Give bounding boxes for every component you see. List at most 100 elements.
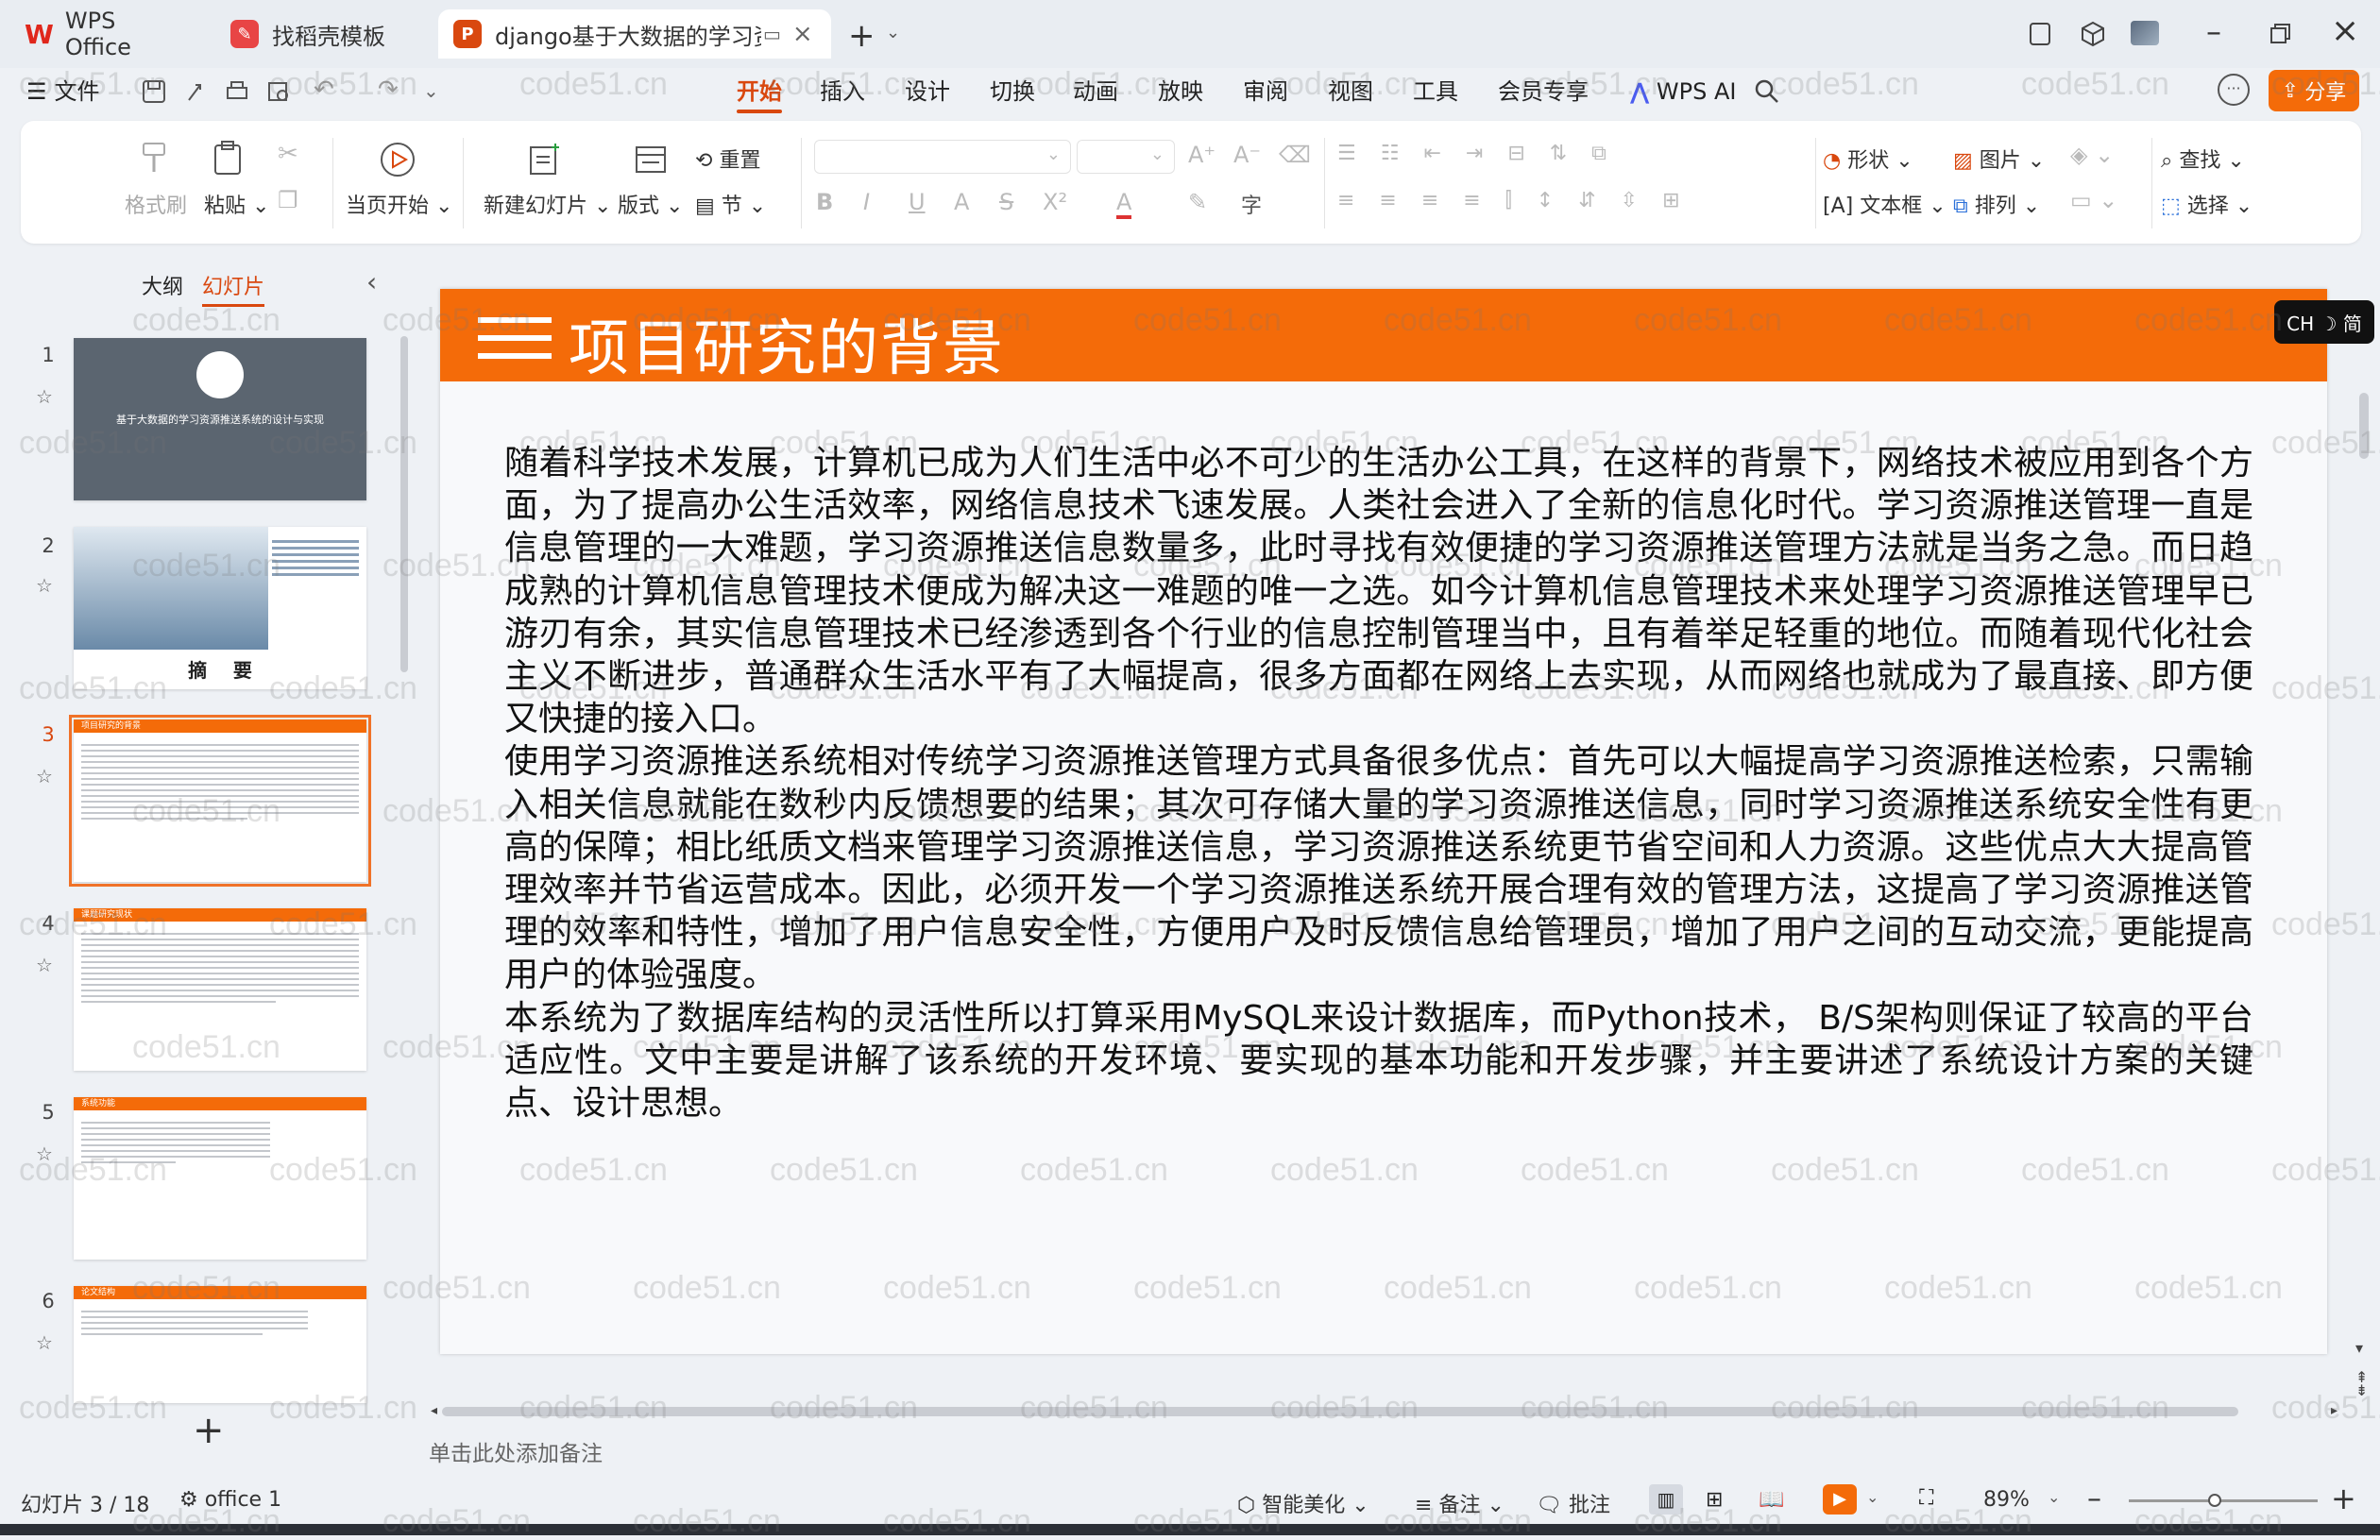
thumbnail-scrollbar[interactable]: [400, 336, 408, 672]
italic-icon[interactable]: I: [863, 189, 870, 215]
minimize-icon[interactable]: –: [2206, 13, 2221, 49]
slide-thumbnail-2[interactable]: 摘 要: [74, 527, 366, 689]
export-icon[interactable]: [181, 77, 210, 106]
menu-wps-ai[interactable]: ⋀ WPS AI: [1630, 76, 1736, 108]
slide-horizontal-scrollbar[interactable]: [442, 1407, 2238, 1416]
menu-membership[interactable]: 会员专享: [1498, 76, 1589, 108]
slide-thumbnail-6[interactable]: 论文结构: [74, 1286, 366, 1403]
font-size-select[interactable]: ⌄: [1077, 140, 1175, 174]
bold-icon[interactable]: B: [816, 189, 833, 215]
zoom-slider-thumb[interactable]: [2208, 1494, 2221, 1507]
slide-body-textbox[interactable]: 随着科学技术发展，计算机已成为人们生活中必不可少的生活办公工具，在这样的背景下，…: [504, 442, 2253, 1125]
tab-slides[interactable]: 幻灯片: [202, 270, 265, 307]
star-icon[interactable]: ☆: [36, 385, 57, 408]
collapse-panel-icon[interactable]: ‹: [366, 266, 377, 297]
avatar[interactable]: [2131, 21, 2159, 45]
menu-home[interactable]: 开始: [737, 76, 782, 113]
highlight-icon[interactable]: ✎: [1188, 189, 1207, 215]
menu-view[interactable]: 视图: [1328, 76, 1373, 108]
layout-button[interactable]: 版式 ⌄: [618, 189, 683, 219]
reading-view-icon[interactable]: 📖: [1759, 1488, 1784, 1512]
ime-indicator[interactable]: CH ☽ 简: [2274, 300, 2374, 344]
smart-beautify-button[interactable]: ⬡ 智能美化 ⌄: [1237, 1488, 1369, 1518]
menu-review[interactable]: 审阅: [1243, 76, 1288, 108]
alignment-icons[interactable]: ≡≡≡≡⫿↕⇵⇳⊞: [1337, 189, 1705, 212]
menu-animation[interactable]: 动画: [1073, 76, 1118, 108]
phonetic-guide-icon[interactable]: 字: [1241, 189, 1262, 219]
zoom-in-icon[interactable]: +: [2331, 1481, 2356, 1516]
scroll-left-icon[interactable]: ◂: [431, 1403, 437, 1418]
scroll-right-icon[interactable]: ▸: [2331, 1403, 2338, 1418]
new-slide-button[interactable]: 新建幻灯片 ⌄: [484, 189, 611, 219]
print-preview-icon[interactable]: [264, 77, 293, 106]
strikethrough-icon[interactable]: S: [999, 189, 1013, 215]
format-painter-button[interactable]: 格式刷: [125, 189, 187, 219]
slide-vertical-scrollbar[interactable]: [2359, 393, 2369, 459]
underline-icon[interactable]: U: [909, 189, 926, 215]
theme-indicator[interactable]: ⚙ office 1: [179, 1488, 281, 1512]
tab-wps-office[interactable]: W WPS Office: [9, 8, 203, 60]
comments-button[interactable]: 🗨 批注: [1536, 1488, 1610, 1518]
chevron-down-icon[interactable]: ⌄: [2048, 1488, 2060, 1506]
menu-insert[interactable]: 插入: [820, 76, 865, 108]
shape-button[interactable]: ◔ 形状 ⌄: [1823, 144, 1913, 174]
slide-sorter-icon[interactable]: ⊞: [1706, 1488, 1723, 1512]
paste-button[interactable]: 粘贴 ⌄: [204, 189, 269, 219]
zoom-slider-track[interactable]: [2129, 1494, 2318, 1507]
font-color-icon[interactable]: A: [1116, 189, 1132, 219]
menu-tools[interactable]: 工具: [1413, 76, 1458, 108]
print-icon[interactable]: [223, 77, 251, 106]
superscript-icon[interactable]: X²: [1043, 189, 1067, 215]
menu-transition[interactable]: 切换: [990, 76, 1035, 108]
new-tab-icon[interactable]: +: [848, 17, 876, 55]
redo-icon[interactable]: ↷: [378, 76, 399, 104]
text-shadow-icon[interactable]: A: [954, 189, 969, 215]
list-and-indent-icons[interactable]: ☰☷⇤⇥⊟⇅⧉: [1337, 142, 1631, 165]
decrease-font-icon[interactable]: A⁻: [1233, 142, 1261, 168]
section-button[interactable]: ▤ 节 ⌄: [695, 189, 766, 219]
zoom-level[interactable]: 89%: [1983, 1488, 2030, 1512]
cloud-icon[interactable]: ···: [2218, 74, 2250, 106]
menu-slideshow[interactable]: 放映: [1158, 76, 1203, 108]
tab-docer-templates[interactable]: ✎ 找稻壳模板: [215, 9, 428, 59]
star-icon[interactable]: ☆: [36, 1142, 57, 1165]
close-tab-icon[interactable]: ×: [792, 20, 813, 48]
reset-button[interactable]: ⟲ 重置: [695, 144, 760, 174]
normal-view-icon[interactable]: ▥: [1649, 1484, 1683, 1515]
slide-thumbnail-1[interactable]: 基于大数据的学习资源推送系统的设计与实现: [74, 338, 366, 500]
slide-thumbnail-5[interactable]: 系统功能: [74, 1097, 366, 1260]
slideshow-play-icon[interactable]: ▶: [1823, 1484, 1857, 1515]
restore-icon[interactable]: [2265, 19, 2295, 49]
add-slide-icon[interactable]: +: [193, 1409, 225, 1452]
tab-list-chevron-icon[interactable]: ⌄: [886, 23, 900, 42]
fill-color-icon[interactable]: ◈ ⌄: [2070, 142, 2114, 168]
slide-canvas[interactable]: 项目研究的背景 随着科学技术发展，计算机已成为人们生活中必不可少的生活办公工具，…: [440, 289, 2327, 1354]
fit-window-icon[interactable]: ⛶: [1919, 1486, 1933, 1510]
window-layout-icon[interactable]: [2025, 19, 2055, 49]
star-icon[interactable]: ☆: [36, 1331, 57, 1354]
star-icon[interactable]: ☆: [36, 765, 57, 787]
chevron-down-icon[interactable]: ⌄: [1866, 1488, 1878, 1506]
increase-font-icon[interactable]: A⁺: [1188, 142, 1216, 168]
slide-title[interactable]: 项目研究的背景: [569, 300, 1005, 387]
menu-file[interactable]: ☰ 文件: [26, 76, 100, 108]
slide-thumbnail-4[interactable]: 课题研究现状: [74, 908, 366, 1071]
arrange-button[interactable]: ⧉ 排列 ⌄: [1953, 189, 2040, 219]
copy-icon[interactable]: ❐: [278, 187, 298, 213]
clear-format-icon[interactable]: ⌫: [1279, 142, 1311, 168]
star-icon[interactable]: ☆: [36, 954, 57, 976]
quick-access-chevron-icon[interactable]: ⌄: [423, 79, 439, 102]
font-family-select[interactable]: ⌄: [814, 140, 1071, 174]
outline-icon[interactable]: ▭ ⌄: [2070, 187, 2117, 213]
close-icon[interactable]: ×: [2331, 11, 2359, 50]
tab-active-document[interactable]: P django基于大数据的学习资源 ▭ ×: [438, 9, 831, 59]
scroll-down-icon[interactable]: ▾: [2355, 1339, 2363, 1357]
tab-outline[interactable]: 大纲: [142, 270, 183, 300]
cube-icon[interactable]: [2078, 19, 2108, 49]
picture-button[interactable]: ▨ 图片 ⌄: [1953, 144, 2045, 174]
cut-icon[interactable]: ✂: [278, 140, 298, 168]
notes-input[interactable]: 单击此处添加备注: [429, 1435, 603, 1467]
share-button[interactable]: ⇪ 分享: [2269, 70, 2359, 111]
zoom-out-icon[interactable]: –: [2087, 1482, 2101, 1515]
find-button[interactable]: ⌕ 查找 ⌄: [2161, 144, 2245, 174]
